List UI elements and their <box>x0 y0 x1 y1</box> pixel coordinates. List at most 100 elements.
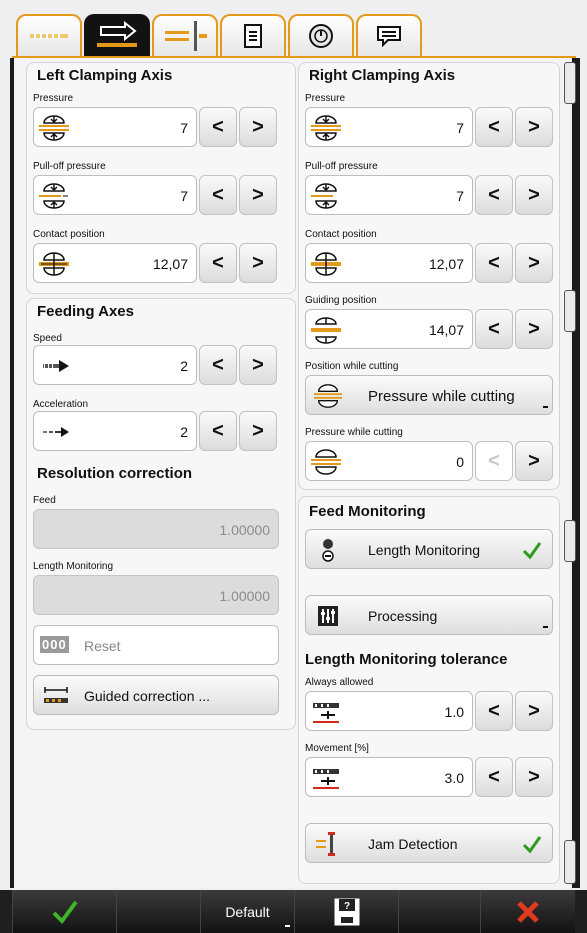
guiding-position-icon <box>311 317 341 344</box>
acceleration-arrow-icon <box>43 427 69 437</box>
tab-message[interactable] <box>356 14 422 56</box>
cut-pressure-label: Pressure while cutting <box>305 427 403 438</box>
right-pulloff-increment[interactable]: > <box>515 175 553 215</box>
resolution-feed-input[interactable]: 1.00000 <box>33 509 279 549</box>
chevron-left-icon: < <box>212 353 224 376</box>
feed-arrow-icon <box>97 21 137 47</box>
left-pulloff-decrement[interactable]: < <box>199 175 237 215</box>
left-clamping-card: Left Clamping Axis Pressure 7 < > Pull-o… <box>26 62 296 294</box>
right-pulloff-field[interactable]: 7 <box>305 175 473 215</box>
right-pulloff-value: 7 <box>456 188 464 204</box>
chevron-left-icon: < <box>488 183 500 206</box>
save-button[interactable]: ? <box>294 890 398 933</box>
dropdown-indicator-icon <box>285 925 290 927</box>
movement-decrement[interactable]: < <box>475 757 513 797</box>
checkmark-icon <box>522 542 542 560</box>
jam-detection-toggle[interactable]: Jam Detection <box>305 823 553 863</box>
equalizer-icon <box>318 606 338 626</box>
chevron-right-icon: > <box>528 115 540 138</box>
clamp-pressure-icon <box>39 115 69 141</box>
right-pressure-decrement[interactable]: < <box>475 107 513 147</box>
left-pressure-increment[interactable]: > <box>239 107 277 147</box>
tab-document-list[interactable] <box>220 14 286 56</box>
left-contact-field[interactable]: 12,07 <box>33 243 197 283</box>
right-contact-decrement[interactable]: < <box>475 243 513 283</box>
resolution-length-input[interactable]: 1.00000 <box>33 575 279 615</box>
feed-accel-field[interactable]: 2 <box>33 411 197 451</box>
left-pressure-value: 7 <box>180 120 188 136</box>
scrollbar-grip-middle[interactable] <box>564 290 576 332</box>
right-pulloff-label: Pull-off pressure <box>305 161 378 172</box>
right-guiding-decrement[interactable]: < <box>475 309 513 349</box>
tab-feed[interactable] <box>84 14 150 56</box>
chevron-left-icon: < <box>488 449 500 472</box>
reset-button[interactable]: 000 Reset <box>33 625 279 665</box>
always-allowed-field[interactable]: 1.0 <box>305 691 473 731</box>
left-pressure-field[interactable]: 7 <box>33 107 197 147</box>
left-contact-decrement[interactable]: < <box>199 243 237 283</box>
scrollbar-grip-top[interactable] <box>564 62 576 104</box>
left-contact-increment[interactable]: > <box>239 243 277 283</box>
chevron-right-icon: > <box>528 449 540 472</box>
movement-field[interactable]: 3.0 <box>305 757 473 797</box>
default-button[interactable]: Default <box>200 890 294 933</box>
confirm-button[interactable] <box>12 890 116 933</box>
always-allowed-increment[interactable]: > <box>515 691 553 731</box>
cut-position-dropdown[interactable]: Pressure while cutting <box>305 375 553 415</box>
tab-dial[interactable] <box>288 14 354 56</box>
axis-cut-icon <box>165 21 207 51</box>
right-contact-increment[interactable]: > <box>515 243 553 283</box>
resolution-length-value: 1.00000 <box>219 588 270 604</box>
cut-pressure-decrement[interactable]: < <box>475 441 513 481</box>
always-allowed-value: 1.0 <box>444 704 464 720</box>
processing-dropdown[interactable]: Processing <box>305 595 553 635</box>
clamp-pressure-icon <box>311 449 341 475</box>
right-contact-value: 12,07 <box>428 256 464 272</box>
feed-accel-increment[interactable]: > <box>239 411 277 451</box>
feeding-title: Feeding Axes <box>37 303 134 320</box>
chevron-left-icon: < <box>488 699 500 722</box>
right-guiding-label: Guiding position <box>305 295 377 306</box>
tolerance-ruler-icon <box>313 769 339 789</box>
default-label: Default <box>225 903 270 920</box>
right-pulloff-decrement[interactable]: < <box>475 175 513 215</box>
left-pulloff-field[interactable]: 7 <box>33 175 197 215</box>
length-monitoring-toggle[interactable]: Length Monitoring <box>305 529 553 569</box>
always-allowed-decrement[interactable]: < <box>475 691 513 731</box>
right-pressure-increment[interactable]: > <box>515 107 553 147</box>
chevron-right-icon: > <box>528 765 540 788</box>
checkmark-icon <box>522 836 542 854</box>
scrollbar-grip-bottom[interactable] <box>564 840 576 884</box>
tab-axis-cut[interactable] <box>152 14 218 56</box>
feed-speed-decrement[interactable]: < <box>199 345 237 385</box>
right-guiding-increment[interactable]: > <box>515 309 553 349</box>
cut-position-value: Pressure while cutting <box>368 388 515 405</box>
guided-correction-button[interactable]: Guided correction ... <box>33 675 279 715</box>
feed-accel-value: 2 <box>180 424 188 440</box>
right-guiding-field[interactable]: 14,07 <box>305 309 473 349</box>
pulloff-pressure-icon <box>311 183 337 209</box>
clamp-pressure-icon <box>314 384 342 408</box>
feed-speed-field[interactable]: 2 <box>33 345 197 385</box>
cut-pressure-field[interactable]: 0 <box>305 441 473 481</box>
left-clamping-title: Left Clamping Axis <box>37 67 173 84</box>
speed-arrow-icon <box>43 360 69 372</box>
clamp-positions-icon <box>30 33 68 39</box>
right-pressure-field[interactable]: 7 <box>305 107 473 147</box>
left-pressure-decrement[interactable]: < <box>199 107 237 147</box>
chevron-right-icon: > <box>528 317 540 340</box>
scrollbar-grip-lower[interactable] <box>564 520 576 562</box>
chevron-left-icon: < <box>212 419 224 442</box>
tolerance-ruler-icon <box>313 703 339 723</box>
left-pulloff-increment[interactable]: > <box>239 175 277 215</box>
movement-value: 3.0 <box>444 770 464 786</box>
feed-speed-increment[interactable]: > <box>239 345 277 385</box>
feed-accel-decrement[interactable]: < <box>199 411 237 451</box>
contact-position-icon <box>311 252 341 276</box>
length-monitoring-label: Length Monitoring <box>368 542 481 558</box>
cancel-button[interactable] <box>480 890 575 933</box>
cut-pressure-increment[interactable]: > <box>515 441 553 481</box>
right-contact-field[interactable]: 12,07 <box>305 243 473 283</box>
movement-increment[interactable]: > <box>515 757 553 797</box>
tab-clamp-positions[interactable] <box>16 14 82 56</box>
